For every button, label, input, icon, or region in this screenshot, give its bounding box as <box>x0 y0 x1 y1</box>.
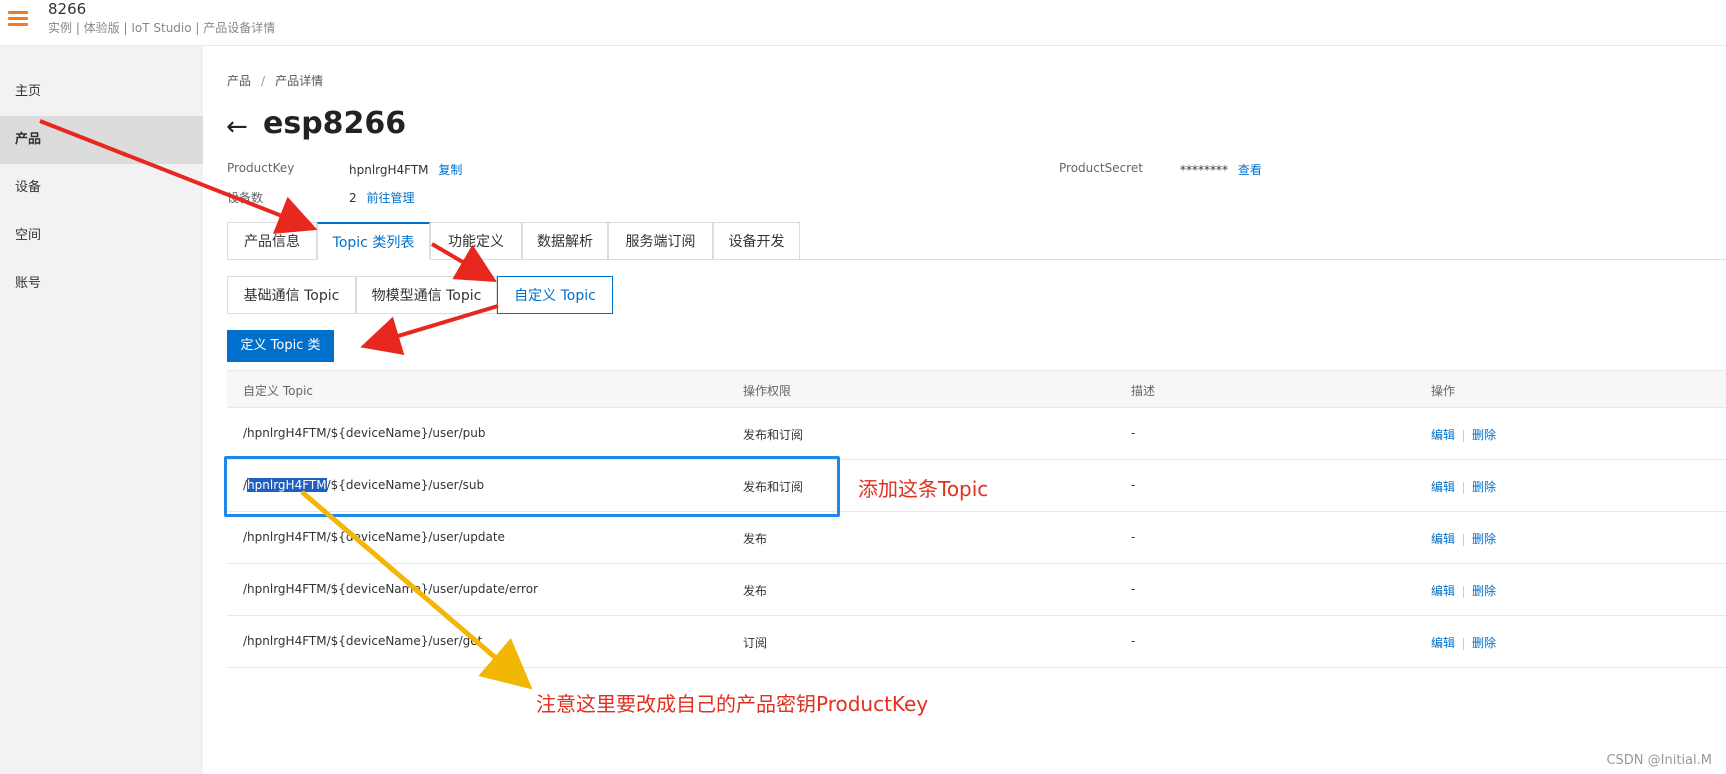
table-header: 自定义 Topic 操作权限 描述 操作 <box>227 370 1726 408</box>
manage-link[interactable]: 前往管理 <box>366 191 414 205</box>
annotation-product-key-note: 注意这里要改成自己的产品密钥ProductKey <box>536 692 929 716</box>
product-secret-text: ******** <box>1180 163 1228 177</box>
edit-link[interactable]: 编辑 <box>1431 584 1455 598</box>
table-row: /hpnlrgH4FTM/${deviceName}/user/pub 发布和订… <box>227 408 1726 460</box>
app-title: 8266 <box>48 0 87 18</box>
back-arrow-icon[interactable]: ← <box>226 112 248 142</box>
watermark: CSDN @Initial.M <box>1606 753 1712 768</box>
delete-link[interactable]: 删除 <box>1472 480 1496 494</box>
product-key-label: ProductKey <box>227 161 295 175</box>
topic-cell: /hpnlrgH4FTM/${deviceName}/user/update/e… <box>243 582 538 596</box>
highlight-box <box>224 456 840 517</box>
breadcrumb-item-product[interactable]: 产品 <box>227 74 251 88</box>
description-cell: - <box>1131 426 1136 440</box>
product-key-value: hpnlrgH4FTM 复制 <box>349 161 462 178</box>
permission-cell: 发布 <box>743 584 768 598</box>
tab-device-development[interactable]: 设备开发 <box>713 222 800 260</box>
table-row: /hpnlrgH4FTM/${deviceName}/user/update 发… <box>227 512 1726 564</box>
topic-product-key: hpnlrgH4FTM <box>247 634 327 648</box>
breadcrumb: 产品 / 产品详情 <box>227 72 323 89</box>
device-count-label: 设备数 <box>227 191 264 205</box>
subtab-basic-topic[interactable]: 基础通信 Topic <box>227 276 356 314</box>
topic-suffix: /${deviceName}/user/pub <box>326 426 486 440</box>
menu-icon[interactable] <box>8 9 30 27</box>
sidebar-item-device[interactable]: 设备 <box>0 164 203 212</box>
column-header-permission: 操作权限 <box>743 384 792 398</box>
permission-cell: 订阅 <box>743 636 768 650</box>
device-count-value: 2 前往管理 <box>349 189 414 206</box>
topic-product-key: hpnlrgH4FTM <box>247 530 327 544</box>
page-title: esp8266 <box>263 106 407 141</box>
sidebar: 主页 产品 设备 空间 账号 <box>0 46 203 774</box>
description-cell: - <box>1131 634 1136 648</box>
product-secret-value: ******** 查看 <box>1180 161 1262 178</box>
subtab-thing-model-topic[interactable]: 物模型通信 Topic <box>356 276 497 314</box>
action-divider <box>1463 481 1465 494</box>
tab-topic-list[interactable]: Topic 类列表 <box>317 222 430 260</box>
edit-link[interactable]: 编辑 <box>1431 636 1455 650</box>
annotation-add-topic: 添加这条Topic <box>858 477 989 501</box>
topic-product-key: hpnlrgH4FTM <box>247 426 327 440</box>
delete-link[interactable]: 删除 <box>1472 584 1496 598</box>
column-header-description: 描述 <box>1131 384 1156 398</box>
topic-product-key: hpnlrgH4FTM <box>247 582 327 596</box>
topic-suffix: /${deviceName}/user/update/error <box>326 582 538 596</box>
tab-server-subscription[interactable]: 服务端订阅 <box>608 222 713 260</box>
actions-cell: 编辑 删除 <box>1431 582 1496 599</box>
permission-cell: 发布和订阅 <box>743 428 804 442</box>
description-cell: - <box>1131 582 1136 596</box>
define-topic-button[interactable]: 定义 Topic 类 <box>227 330 334 362</box>
description-cell: - <box>1131 478 1136 492</box>
sidebar-item-home[interactable]: 主页 <box>0 68 203 116</box>
column-header-actions: 操作 <box>1431 384 1456 398</box>
tab-function-definition[interactable]: 功能定义 <box>430 222 522 260</box>
permission-cell: 发布 <box>743 532 768 546</box>
topic-cell: /hpnlrgH4FTM/${deviceName}/user/update <box>243 530 505 544</box>
sidebar-item-account[interactable]: 账号 <box>0 260 203 308</box>
action-divider <box>1463 585 1465 598</box>
breadcrumb-item-detail: 产品详情 <box>275 74 324 88</box>
action-divider <box>1463 637 1465 650</box>
topic-cell: /hpnlrgH4FTM/${deviceName}/user/pub <box>243 426 485 440</box>
action-divider <box>1463 429 1465 442</box>
topic-suffix: /${deviceName}/user/update <box>326 530 505 544</box>
app-subtitle: 实例 | 体验版 | IoT Studio | 产品设备详情 <box>48 21 276 35</box>
column-header-topic: 自定义 Topic <box>243 384 313 398</box>
breadcrumb-separator: / <box>261 74 266 88</box>
topic-cell: /hpnlrgH4FTM/${deviceName}/user/get <box>243 634 482 648</box>
actions-cell: 编辑 删除 <box>1431 530 1496 547</box>
delete-link[interactable]: 删除 <box>1472 428 1496 442</box>
product-secret-label: ProductSecret <box>1059 161 1143 175</box>
edit-link[interactable]: 编辑 <box>1431 532 1455 546</box>
edit-link[interactable]: 编辑 <box>1431 480 1455 494</box>
topic-suffix: /${deviceName}/user/get <box>326 634 483 648</box>
table-row: /hpnlrgH4FTM/${deviceName}/user/get 订阅 -… <box>227 616 1726 668</box>
actions-cell: 编辑 删除 <box>1431 478 1496 495</box>
table-row: /hpnlrgH4FTM/${deviceName}/user/update/e… <box>227 564 1726 616</box>
sidebar-item-space[interactable]: 空间 <box>0 212 203 260</box>
top-bar: 8266 实例 | 体验版 | IoT Studio | 产品设备详情 <box>0 0 1726 46</box>
delete-link[interactable]: 删除 <box>1472 532 1496 546</box>
delete-link[interactable]: 删除 <box>1472 636 1496 650</box>
subtab-custom-topic[interactable]: 自定义 Topic <box>497 276 613 314</box>
actions-cell: 编辑 删除 <box>1431 634 1496 651</box>
tab-data-parsing[interactable]: 数据解析 <box>522 222 608 260</box>
tab-product-info[interactable]: 产品信息 <box>227 222 317 260</box>
description-cell: - <box>1131 530 1136 544</box>
actions-cell: 编辑 删除 <box>1431 426 1496 443</box>
device-count-text: 2 <box>349 191 357 205</box>
copy-link[interactable]: 复制 <box>438 163 462 177</box>
view-secret-link[interactable]: 查看 <box>1238 163 1262 177</box>
sidebar-item-product[interactable]: 产品 <box>0 116 203 164</box>
action-divider <box>1463 533 1465 546</box>
product-key-text: hpnlrgH4FTM <box>349 163 429 177</box>
edit-link[interactable]: 编辑 <box>1431 428 1455 442</box>
